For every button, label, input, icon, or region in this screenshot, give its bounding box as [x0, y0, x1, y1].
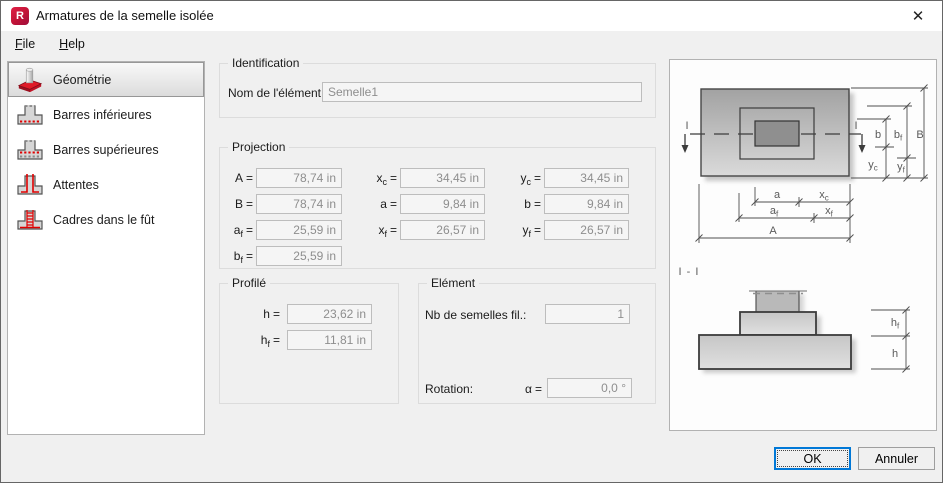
dim-label-xf: xf: [825, 205, 834, 219]
element-name-field: Semelle1: [322, 82, 642, 102]
sidebar-item-label: Barres supérieures: [53, 143, 159, 157]
group-identification: Identification Nom de l'élément: Semelle…: [219, 63, 656, 118]
label-b: b=: [500, 197, 541, 213]
starter-bars-icon: [14, 171, 46, 199]
field-h: 23,62 in: [287, 304, 372, 324]
dim-label-hf: hf: [891, 317, 900, 331]
label-xf: xf=: [358, 223, 397, 239]
group-projection: Projection A= 78,74 in xc= 34,45 in yc= …: [219, 147, 656, 269]
label-af: af=: [220, 223, 253, 239]
field-a: 9,84 in: [400, 194, 485, 214]
sidebar-item-cadres-fut[interactable]: Cadres dans le fût: [8, 202, 204, 237]
top-bars-icon: [14, 136, 46, 164]
group-title: Projection: [228, 140, 289, 154]
rotation-field: 0,0 °: [547, 378, 632, 398]
plan-view: I I: [682, 89, 866, 181]
dim-label-a: a: [774, 189, 781, 201]
footing-count-label: Nb de semelles fil.:: [425, 308, 526, 322]
label-bf: bf=: [220, 249, 253, 265]
dim-label-b: b: [875, 129, 881, 141]
element-name-label: Nom de l'élément:: [228, 86, 324, 100]
footing-count-field: 1: [545, 304, 630, 324]
group-title: Identification: [228, 56, 303, 70]
sidebar-item-attentes[interactable]: Attentes: [8, 167, 204, 202]
field-yc: 34,45 in: [544, 168, 629, 188]
footing-diagram: I I b bf B yc yf: [670, 60, 936, 430]
menu-file[interactable]: File: [5, 34, 45, 54]
section-title: I - I: [679, 266, 700, 278]
group-title: Elément: [427, 276, 479, 290]
field-yf: 26,57 in: [544, 220, 629, 240]
dim-label-af: af: [770, 205, 779, 219]
bottom-bars-icon: [14, 101, 46, 129]
label-yc: yc=: [500, 171, 541, 187]
field-B: 78,74 in: [256, 194, 342, 214]
rotation-label: Rotation:: [425, 382, 473, 396]
sidebar-item-barres-inferieures[interactable]: Barres inférieures: [8, 97, 204, 132]
dim-label-A: A: [769, 225, 777, 237]
cut-marker-left: I: [685, 120, 688, 132]
dim-label-h: h: [892, 348, 898, 360]
group-element: Elément Nb de semelles fil.: 1 Rotation:…: [418, 283, 656, 404]
alpha-label: α=: [507, 382, 542, 396]
label-xc: xc=: [358, 171, 397, 187]
sidebar-item-geometrie[interactable]: Géométrie: [8, 62, 204, 97]
dim-label-yf: yf: [897, 161, 906, 175]
field-bf: 25,59 in: [256, 246, 342, 266]
sidebar-item-label: Attentes: [53, 178, 99, 192]
title-bar: R Armatures de la semelle isolée ✕: [1, 1, 942, 31]
label-yf: yf=: [500, 223, 541, 239]
label-h: h=: [247, 307, 280, 323]
close-icon[interactable]: ✕: [906, 6, 930, 28]
stirrups-icon: [14, 206, 46, 234]
window-title: Armatures de la semelle isolée: [36, 8, 214, 23]
field-xc: 34,45 in: [400, 168, 485, 188]
ok-button[interactable]: OK: [774, 447, 851, 470]
dialog-window: R Armatures de la semelle isolée ✕ File …: [0, 0, 943, 483]
app-icon: R: [11, 7, 29, 25]
footing-3d-icon: [14, 66, 46, 94]
sidebar-item-barres-superieures[interactable]: Barres supérieures: [8, 132, 204, 167]
dim-label-B: B: [916, 129, 923, 141]
cut-marker-right: I: [854, 120, 857, 132]
label-hf: hf=: [247, 333, 280, 349]
field-hf: 11,81 in: [287, 330, 372, 350]
cancel-button[interactable]: Annuler: [858, 447, 935, 470]
menu-bar: File Help: [1, 31, 942, 57]
field-b: 9,84 in: [544, 194, 629, 214]
sidebar-item-label: Barres inférieures: [53, 108, 152, 122]
dim-label-xc: xc: [819, 189, 829, 203]
group-profile: Profilé h= 23,62 in hf= 11,81 in: [219, 283, 399, 404]
dim-label-yc: yc: [868, 159, 878, 173]
diagram-panel: I I b bf B yc yf: [669, 59, 937, 431]
plan-dimensions-horizontal: a xc af xf A: [696, 184, 854, 243]
group-title: Profilé: [228, 276, 270, 290]
field-A: 78,74 in: [256, 168, 342, 188]
sidebar-item-label: Cadres dans le fût: [53, 213, 154, 227]
section-dimensions: hf h: [871, 307, 910, 373]
sidebar-item-label: Géométrie: [53, 73, 111, 87]
menu-help[interactable]: Help: [49, 34, 95, 54]
section-view: I - I: [679, 266, 856, 373]
field-xf: 26,57 in: [400, 220, 485, 240]
label-A: A=: [220, 171, 253, 187]
sidebar: Géométrie Barres inférieures: [7, 61, 205, 435]
plan-dimensions-vertical: b bf B yc yf: [851, 85, 928, 182]
field-af: 25,59 in: [256, 220, 342, 240]
label-a: a=: [358, 197, 397, 213]
label-B: B=: [220, 197, 253, 213]
dim-label-bf: bf: [894, 129, 903, 143]
